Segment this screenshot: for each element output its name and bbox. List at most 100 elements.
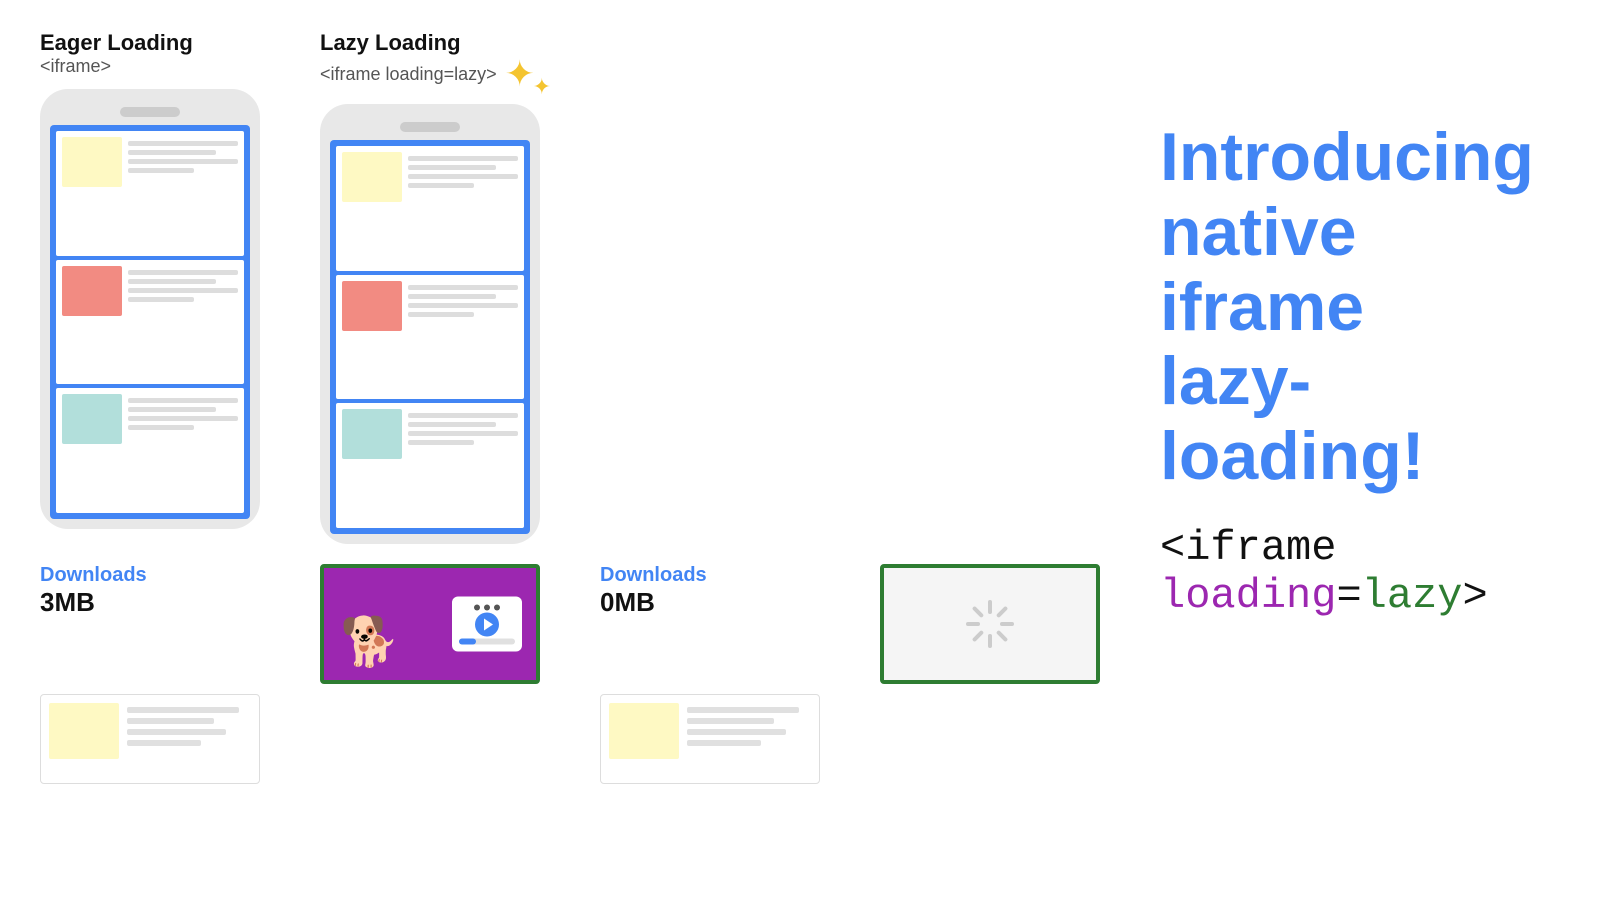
play-triangle-icon	[484, 618, 493, 630]
below-phone-row	[40, 694, 820, 784]
lazy-screen-image-3	[342, 409, 402, 459]
screen-line	[408, 431, 518, 436]
mini-line	[687, 707, 799, 713]
code-loading-span: loading	[1160, 572, 1336, 620]
introducing-text: Introducingnative iframelazy-loading!	[1160, 120, 1560, 494]
lazy-iframe-preview	[880, 564, 1100, 684]
lazy-screen-lines-1	[408, 152, 518, 188]
screen-line	[128, 425, 194, 430]
eager-downloads-label: Downloads	[40, 564, 147, 587]
screen-line	[408, 413, 518, 418]
mini-line	[127, 707, 239, 713]
screen-line	[408, 440, 474, 445]
phones-section: Eager Loading <iframe>	[40, 30, 1100, 784]
mini-line	[127, 718, 214, 724]
lazy-screen-block-1	[336, 146, 524, 271]
eager-column: Eager Loading <iframe>	[40, 30, 260, 529]
lazy-subtitle: <iframe loading=lazy>	[320, 64, 497, 85]
eager-downloads-info: Downloads 3MB	[40, 564, 260, 618]
eager-phone-screen	[50, 125, 250, 519]
screen-line	[408, 303, 518, 308]
sparkle-wrapper: ✦ ✦	[505, 56, 535, 92]
mini-line	[127, 740, 201, 746]
eager-title: Eager Loading	[40, 30, 260, 56]
screen-line	[128, 270, 238, 275]
lazy-screen-lines-3	[408, 409, 518, 445]
screen-line	[408, 183, 474, 188]
eager-iframe-preview: 🐕	[320, 564, 540, 684]
screen-line	[128, 416, 238, 421]
mini-image-right	[609, 703, 679, 759]
code-iframe-span: <iframe	[1160, 524, 1336, 572]
video-progress-bar	[459, 638, 515, 644]
phone-notch-left	[120, 107, 180, 117]
code-equals-span: =	[1336, 572, 1361, 620]
video-dot	[494, 604, 500, 610]
eager-phone-frame	[40, 89, 260, 529]
mini-lines-left	[127, 703, 251, 746]
screen-line	[128, 407, 216, 412]
screen-image-1	[62, 137, 122, 187]
lazy-screen-block-3	[336, 403, 524, 528]
video-dots	[474, 604, 500, 610]
screen-line	[408, 294, 496, 299]
screen-line	[408, 285, 518, 290]
downloads-row: Downloads 3MB 🐕	[40, 564, 1100, 684]
lazy-screen-image-2	[342, 281, 402, 331]
screen-line	[408, 312, 474, 317]
lazy-downloads-size: 0MB	[600, 587, 655, 618]
video-dot	[474, 604, 480, 610]
mini-line	[687, 740, 761, 746]
sparkle-small-icon: ✦	[533, 74, 551, 100]
video-dot	[484, 604, 490, 610]
screen-line	[408, 156, 518, 161]
code-text: <iframe loading=lazy>	[1160, 524, 1560, 620]
mini-line	[127, 729, 226, 735]
eager-subtitle: <iframe>	[40, 56, 260, 77]
lazy-screen-block-2	[336, 275, 524, 400]
screen-line	[408, 422, 496, 427]
screen-image-3	[62, 394, 122, 444]
screen-line	[128, 159, 238, 164]
screen-line	[408, 174, 518, 179]
screen-image-2	[62, 266, 122, 316]
mini-page-right	[600, 694, 820, 784]
lazy-screen-image-1	[342, 152, 402, 202]
mini-line	[687, 718, 774, 724]
mini-page-left	[40, 694, 260, 784]
screen-block-2	[56, 260, 244, 385]
lazy-label: Lazy Loading <iframe loading=lazy> ✦ ✦	[320, 30, 540, 92]
video-bar-fill	[459, 638, 476, 644]
play-button	[475, 612, 499, 636]
screen-lines-2	[128, 266, 238, 302]
screen-line	[128, 398, 238, 403]
mini-image-left	[49, 703, 119, 759]
phones-row: Eager Loading <iframe>	[40, 30, 540, 544]
video-icon-box	[452, 597, 522, 652]
lazy-phone-screen	[330, 140, 530, 534]
right-section: Introducingnative iframelazy-loading! <i…	[1160, 30, 1560, 620]
mini-line	[687, 729, 786, 735]
spacer-middle	[320, 694, 540, 784]
screen-line	[128, 279, 216, 284]
main-container: Eager Loading <iframe>	[0, 0, 1600, 919]
code-close-span: >	[1462, 572, 1487, 620]
screen-block-3	[56, 388, 244, 513]
screen-line	[128, 168, 194, 173]
lazy-phone-frame	[320, 104, 540, 544]
lazy-downloads-info: Downloads 0MB	[600, 564, 820, 618]
lazy-screen-lines-2	[408, 281, 518, 317]
phone-notch-right	[400, 122, 460, 132]
lazy-downloads-label: Downloads	[600, 564, 707, 587]
sparkle-big-icon: ✦	[505, 53, 535, 94]
screen-line	[128, 288, 238, 293]
mini-lines-right	[687, 703, 811, 746]
screen-line	[128, 297, 194, 302]
screen-line	[128, 150, 216, 155]
screen-block-1	[56, 131, 244, 256]
screen-lines-3	[128, 394, 238, 430]
screen-line	[128, 141, 238, 146]
eager-downloads-size: 3MB	[40, 587, 95, 618]
screen-line	[408, 165, 496, 170]
dog-icon: 🐕	[340, 613, 400, 670]
